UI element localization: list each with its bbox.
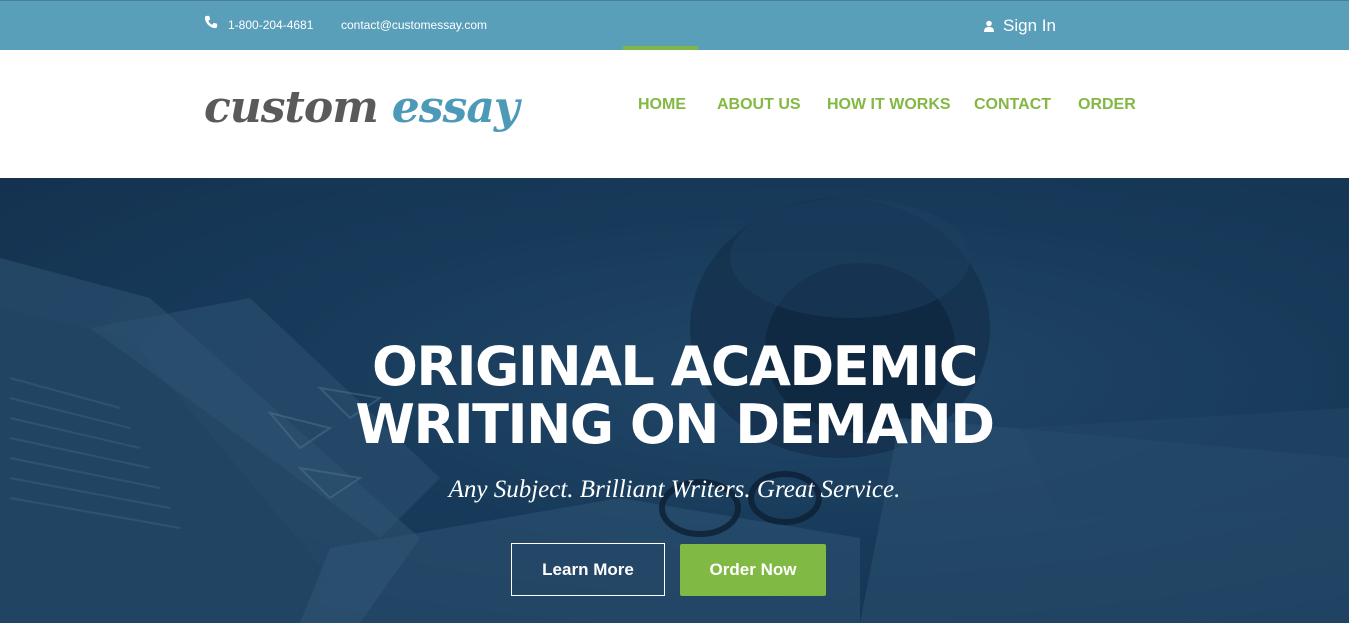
logo[interactable]: custom essay [204,82,520,133]
contact-email[interactable]: contact@customessay.com [341,18,487,32]
hero-subtitle: Any Subject. Brilliant Writers. Great Se… [448,476,901,503]
phone-number[interactable]: 1-800-204-4681 [228,18,313,32]
nav-order[interactable]: ORDER [1078,96,1136,114]
nav-about-us[interactable]: ABOUT US [717,96,801,114]
hero-section: ORIGINAL ACADEMIC WRITING ON DEMAND Any … [0,178,1349,623]
nav-home[interactable]: HOME [638,96,686,114]
sign-in-label: Sign In [1003,16,1056,35]
logo-word-essay: essay [391,82,520,133]
order-now-button[interactable]: Order Now [680,544,826,596]
nav-how-it-works[interactable]: HOW IT WORKS [827,96,951,114]
nav-contact[interactable]: CONTACT [974,96,1051,114]
nav-active-indicator [623,46,698,50]
top-bar: 1-800-204-4681 contact@customessay.com S… [0,0,1349,50]
site-header: custom essay HOME ABOUT US HOW IT WORKS C… [0,46,1349,178]
phone-icon [204,15,218,29]
hero-title-line1: ORIGINAL ACADEMIC [371,335,979,398]
learn-more-button[interactable]: Learn More [511,543,665,596]
hero-title-line2: WRITING ON DEMAND [355,393,995,456]
user-icon [984,20,994,32]
sign-in-link[interactable]: Sign In [983,16,1056,36]
hero-title: ORIGINAL ACADEMIC WRITING ON DEMAND [0,338,1349,454]
logo-word-custom: custom [204,82,379,133]
